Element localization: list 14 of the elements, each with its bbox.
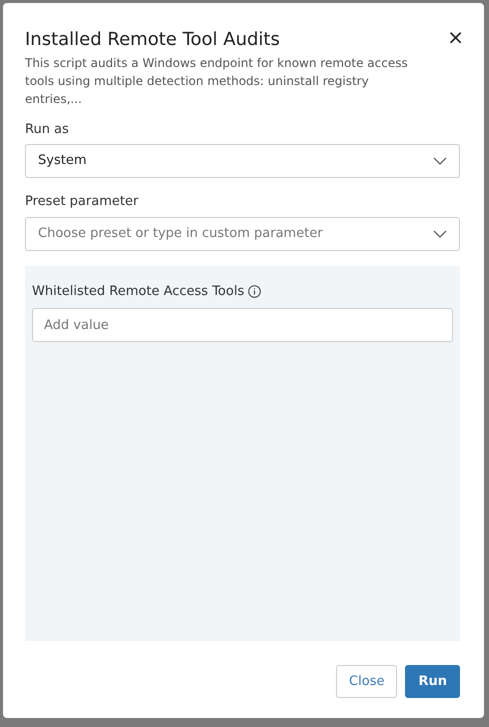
close-button[interactable]: Close bbox=[336, 664, 398, 698]
run-button[interactable]: Run bbox=[405, 664, 460, 698]
parameter-label: Whitelisted Remote Access Tools bbox=[32, 282, 244, 301]
info-icon[interactable] bbox=[248, 284, 262, 298]
chevron-down-icon bbox=[433, 157, 447, 166]
field-label: Preset parameter bbox=[25, 193, 140, 212]
description: This script audits a Windows endpoint for known remote access tools using multiple detection methods: uninstall registry entries,... bbox=[25, 54, 409, 108]
chevron-down-icon bbox=[433, 230, 447, 238]
dialog-title: Installed Remote Tool Audits bbox=[25, 29, 280, 51]
field-label: Run as bbox=[25, 120, 70, 139]
run-as-dropdown[interactable]: System bbox=[25, 144, 460, 178]
preset-dropdown[interactable]: Choose preset or type in custom parameter bbox=[25, 216, 460, 251]
input-field[interactable]: Add value bbox=[32, 308, 453, 342]
close-button[interactable]: × bbox=[447, 27, 464, 47]
